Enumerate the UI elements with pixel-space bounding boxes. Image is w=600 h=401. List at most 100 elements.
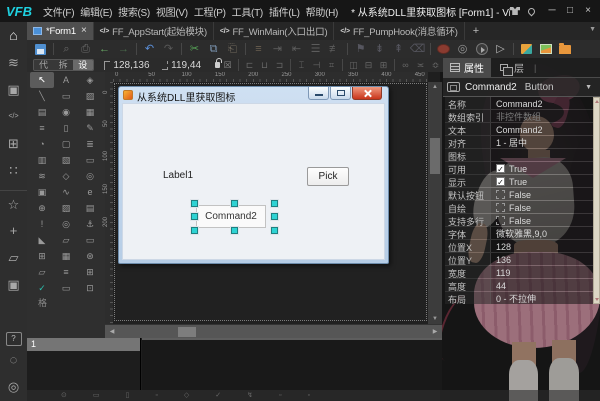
object-selector-dropdown[interactable]: Command2 Button ▼ bbox=[443, 78, 600, 97]
same-width-icon[interactable]: ◫ bbox=[346, 57, 361, 73]
align-center-h-icon[interactable]: ⊔ bbox=[257, 57, 272, 73]
tool-draw-pen[interactable]: ✎ bbox=[78, 120, 102, 136]
tool-data-grid[interactable]: ▦ bbox=[78, 104, 102, 120]
layers-icon[interactable]: ≋ bbox=[0, 49, 27, 76]
tool-web[interactable]: ⊕ bbox=[30, 200, 54, 216]
pin-icon[interactable] bbox=[526, 6, 540, 16]
props-tab-layers[interactable]: 层 bbox=[491, 58, 531, 78]
selection-handle-w[interactable] bbox=[191, 213, 198, 220]
property-row[interactable]: 自绘 False bbox=[445, 201, 593, 214]
menu-item-7[interactable]: 帮助(H) bbox=[303, 4, 341, 19]
tool-child-window[interactable]: ▭ bbox=[78, 152, 102, 168]
props-tab-properties[interactable]: 属性 bbox=[443, 57, 491, 78]
property-row[interactable]: 位置Y 136 bbox=[445, 253, 593, 266]
theme-icon[interactable] bbox=[510, 7, 522, 15]
maximize-icon[interactable]: □ bbox=[564, 5, 576, 17]
status-icon-5[interactable]: ✓ bbox=[215, 390, 221, 401]
checkbox-icon[interactable] bbox=[496, 216, 505, 225]
status-icon-8[interactable]: ▫ bbox=[307, 390, 309, 401]
tool-message[interactable]: ! bbox=[30, 216, 54, 232]
tool-line[interactable]: ╲ bbox=[30, 88, 54, 104]
property-row[interactable]: 高度 44 bbox=[445, 279, 593, 292]
package-manager-icon[interactable] bbox=[517, 41, 536, 57]
package-icon[interactable]: ▣ bbox=[0, 76, 27, 103]
property-row[interactable]: 宽度 119 bbox=[445, 266, 593, 279]
form-minimize-button[interactable] bbox=[308, 87, 329, 100]
add-tab-button[interactable]: + bbox=[465, 22, 487, 40]
tool-monitor-view[interactable]: ▭ bbox=[54, 280, 78, 296]
save-icon[interactable]: ▣ bbox=[0, 271, 27, 298]
scroll-right-icon[interactable]: ▶ bbox=[430, 325, 440, 339]
tool-script-box[interactable]: ▱ bbox=[54, 232, 78, 248]
selection-handle-sw[interactable] bbox=[191, 227, 198, 234]
list-format-icon[interactable]: ☰ bbox=[306, 41, 325, 57]
selection-handle-nw[interactable] bbox=[191, 200, 198, 207]
tool-anchor[interactable]: ⚓ bbox=[78, 216, 102, 232]
align-top-edges-icon[interactable]: ⌶ bbox=[294, 57, 309, 73]
align-text-icon[interactable]: ≡ bbox=[249, 41, 268, 57]
tab-1[interactable]: </> FF_AppStart(起始模块) bbox=[94, 22, 214, 40]
run-exe-icon[interactable] bbox=[472, 41, 491, 57]
close-icon[interactable]: × bbox=[582, 5, 594, 17]
tool-add-control[interactable]: ⊞ bbox=[30, 248, 54, 264]
close-icon[interactable]: × bbox=[81, 26, 87, 36]
menu-item-4[interactable]: 工程(P) bbox=[191, 4, 229, 19]
tool-tree-view[interactable]: ▧ bbox=[54, 152, 78, 168]
favorites-icon[interactable]: ☆ bbox=[0, 190, 27, 217]
designer-vertical-scrollbar[interactable]: ▲ ▼ bbox=[428, 82, 442, 324]
redo-icon[interactable]: ↷ bbox=[159, 41, 178, 57]
tool-property-list[interactable]: ≡ bbox=[54, 264, 78, 280]
selection-handle-e[interactable] bbox=[271, 213, 278, 220]
designed-form[interactable]: 从系统DLL里获取图标 Label1 Pick Command2 bbox=[118, 86, 389, 264]
property-row[interactable]: 显示 ✓ True bbox=[445, 175, 593, 188]
checkbox-icon[interactable] bbox=[496, 203, 505, 212]
outdent-icon[interactable]: ⇤ bbox=[287, 41, 306, 57]
horizontal-scroll-thumb[interactable] bbox=[178, 327, 196, 337]
tab-list-caret-icon[interactable]: ▼ bbox=[589, 26, 596, 33]
tool-picture-box[interactable]: ▨ bbox=[78, 88, 102, 104]
align-right-edges-icon[interactable]: ⊐ bbox=[272, 57, 287, 73]
property-row[interactable]: 对齐 1 - 居中 bbox=[445, 136, 593, 149]
property-row[interactable]: 名称 Command2 bbox=[445, 97, 593, 110]
widgets-icon[interactable]: ∷ bbox=[0, 157, 27, 184]
property-row[interactable]: 文本 Command2 bbox=[445, 123, 593, 136]
status-icon-6[interactable]: ↯ bbox=[247, 390, 253, 401]
bookmark-next-icon[interactable]: ⇟ bbox=[370, 41, 389, 57]
tool-ini-file[interactable]: ▤ bbox=[78, 200, 102, 216]
tool-browser[interactable]: e bbox=[78, 184, 102, 200]
status-icon-0[interactable]: ⊙ bbox=[61, 390, 67, 401]
run-icon[interactable]: ▷ bbox=[491, 41, 510, 57]
tool-icon-grid[interactable]: ⊞ bbox=[78, 264, 102, 280]
designer-horizontal-scrollbar[interactable]: ◀ ▶ bbox=[105, 324, 442, 338]
property-row[interactable]: 位置X 128 bbox=[445, 240, 593, 253]
selection-handle-ne[interactable] bbox=[271, 200, 278, 207]
property-row[interactable]: 支持多行 False bbox=[445, 214, 593, 227]
property-row[interactable]: 默认按钮 False bbox=[445, 188, 593, 201]
tool-timer[interactable]: ◔ bbox=[30, 136, 54, 152]
message-list-panel[interactable]: 1 bbox=[27, 338, 141, 390]
tool-list-view[interactable]: ▥ bbox=[30, 152, 54, 168]
nav-forward-icon[interactable]: → bbox=[114, 41, 133, 57]
tool-text-box[interactable]: ≣ bbox=[78, 136, 102, 152]
indent-icon[interactable]: ⇥ bbox=[268, 41, 287, 57]
menu-item-6[interactable]: 插件(L) bbox=[266, 4, 303, 19]
code-icon[interactable]: </> bbox=[0, 103, 27, 130]
mode-code[interactable]: 代码 bbox=[34, 60, 54, 70]
tool-corner[interactable]: ◣ bbox=[30, 232, 54, 248]
tool-image-list[interactable]: ▨ bbox=[54, 200, 78, 216]
save-icon[interactable] bbox=[31, 41, 50, 57]
output-panel[interactable] bbox=[142, 338, 442, 390]
status-icon-4[interactable]: ◇ bbox=[184, 390, 189, 401]
home-icon[interactable]: ⌂ bbox=[0, 22, 27, 49]
print-icon[interactable]: ⎙ bbox=[76, 41, 95, 57]
compile-check-icon[interactable]: ◎ bbox=[453, 41, 472, 57]
form-maximize-button[interactable] bbox=[330, 87, 351, 100]
tool-splitter[interactable]: ▯ bbox=[54, 120, 78, 136]
label1-control[interactable]: Label1 bbox=[163, 170, 193, 181]
tool-list-box[interactable]: ≡ bbox=[30, 120, 54, 136]
debug-icon[interactable] bbox=[434, 41, 453, 57]
scroll-left-icon[interactable]: ◀ bbox=[107, 325, 117, 339]
status-icon-7[interactable]: ▫ bbox=[279, 390, 281, 401]
menu-item-2[interactable]: 搜索(S) bbox=[115, 4, 153, 19]
property-row[interactable]: 字体 微软雅黑,9,0 bbox=[445, 227, 593, 240]
